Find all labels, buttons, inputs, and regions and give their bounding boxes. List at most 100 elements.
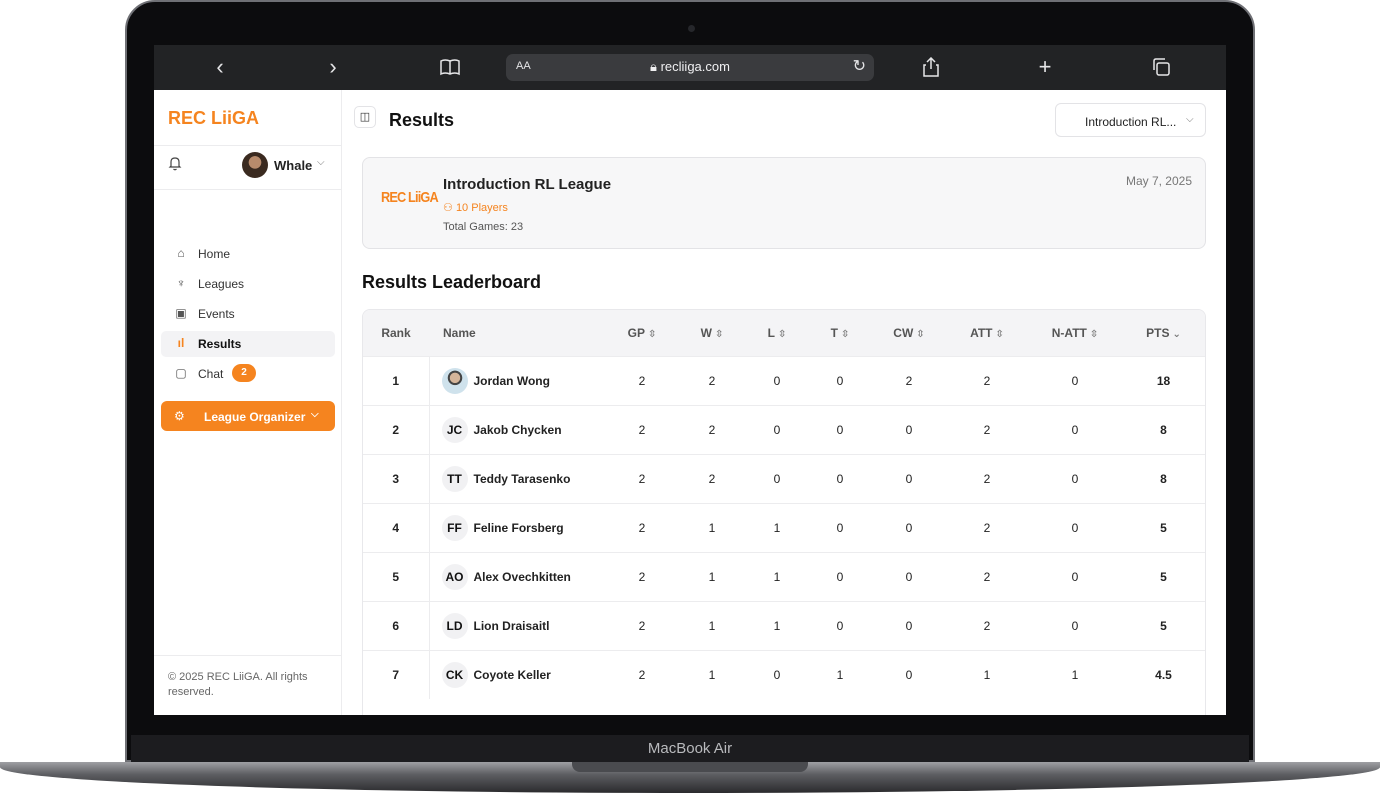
cell-cw: 0 xyxy=(905,520,913,535)
chat-icon: ▢ xyxy=(175,366,187,380)
cell-w: 1 xyxy=(708,569,716,584)
address-bar[interactable]: AA 🔒︎ recliiga.com ↻ xyxy=(506,54,874,81)
column-label: N-ATT xyxy=(1051,325,1087,340)
sort-icon: ⇳ xyxy=(1089,328,1099,340)
column-header-w[interactable]: W ⇳ xyxy=(677,310,747,356)
cell-rank: 2 xyxy=(363,405,430,454)
brand-logo[interactable]: REC LiiGA xyxy=(168,108,259,129)
column-header-pts[interactable]: PTS ⌄ xyxy=(1121,310,1205,356)
reload-icon[interactable]: ↻ xyxy=(853,56,866,76)
cell-rank: 1 xyxy=(363,356,430,405)
url-value: recliiga.com xyxy=(660,59,730,74)
cell-w: 2 xyxy=(708,471,716,486)
cell-name[interactable]: CK Coyote Keller xyxy=(429,650,607,699)
bell-icon[interactable] xyxy=(168,156,182,175)
league-select-value: Introduction RL... xyxy=(1085,115,1177,129)
chevron-down-icon: ⌵ xyxy=(311,409,319,420)
sidebar-item-results[interactable]: ıl Results xyxy=(161,331,335,357)
cell-name[interactable]: FF Feline Forsberg xyxy=(429,503,607,552)
league-date: May 7, 2025 xyxy=(1125,174,1192,188)
player-initials: CK xyxy=(441,661,468,688)
cell-cw: 0 xyxy=(905,422,913,437)
user-avatar[interactable] xyxy=(242,152,268,178)
cell-gp: 2 xyxy=(638,618,646,633)
share-icon[interactable] xyxy=(916,53,946,84)
league-organizer-button[interactable]: ⚙ League Organizer ⌵ xyxy=(161,401,335,431)
cell-att: 1 xyxy=(983,667,991,682)
cell-natt: 0 xyxy=(1071,422,1079,437)
column-header-gp[interactable]: GP ⇳ xyxy=(607,310,677,356)
cell-att: 2 xyxy=(983,618,991,633)
table-row[interactable]: 7 CK Coyote Keller 2 1 0 1 0 1 1 4.5 xyxy=(363,650,1205,699)
chevron-down-icon[interactable]: ⌵ xyxy=(317,157,325,168)
cell-w: 1 xyxy=(708,618,716,633)
cell-t: 0 xyxy=(836,618,844,633)
calendar-icon: ▣ xyxy=(175,306,187,320)
cell-t: 0 xyxy=(836,569,844,584)
cell-rank: 6 xyxy=(363,601,430,650)
league-card[interactable]: REC LiiGA Introduction RL League ⚇ 10 Pl… xyxy=(362,157,1206,249)
player-name: Feline Forsberg xyxy=(473,520,564,535)
table-row[interactable]: 5 AO Alex Ovechkitten 2 1 1 0 0 2 0 5 xyxy=(363,552,1205,601)
table-row[interactable]: 3 TT Teddy Tarasenko 2 2 0 0 0 2 0 8 xyxy=(363,454,1205,503)
tabs-overview-icon[interactable] xyxy=(1146,53,1176,83)
sort-icon: ⇳ xyxy=(777,328,787,340)
column-header-l[interactable]: L ⇳ xyxy=(747,310,807,356)
column-header-att[interactable]: ATT ⇳ xyxy=(945,310,1029,356)
player-name: Lion Draisaitl xyxy=(473,618,550,633)
cell-name[interactable]: Jordan Wong xyxy=(429,356,607,405)
column-header-natt[interactable]: N-ATT ⇳ xyxy=(1029,310,1121,356)
cell-l: 0 xyxy=(773,422,781,437)
sort-icon: ⇳ xyxy=(647,328,657,340)
table-row[interactable]: 6 LD Lion Draisaitl 2 1 1 0 0 2 0 5 xyxy=(363,601,1205,650)
sidebar-item-chat[interactable]: ▢ Chat 2 xyxy=(161,361,335,387)
new-tab-icon[interactable]: + xyxy=(1030,53,1060,81)
users-icon: ⚇ xyxy=(443,202,453,214)
table-row[interactable]: 1 Jordan Wong 2 2 0 0 2 2 0 18 xyxy=(363,356,1205,405)
table-row[interactable]: 2 JC Jakob Chycken 2 2 0 0 0 2 0 8 xyxy=(363,405,1205,454)
player-initials: AO xyxy=(441,563,468,590)
trophy-icon: ♆ xyxy=(176,276,186,290)
reader-book-icon[interactable] xyxy=(435,53,465,83)
sidebar-item-leagues[interactable]: ♆ Leagues xyxy=(161,271,335,297)
sidebar-item-events[interactable]: ▣ Events xyxy=(161,301,335,327)
cell-l: 0 xyxy=(773,373,781,388)
bar-chart-icon: ıl xyxy=(177,336,185,350)
column-label: W xyxy=(700,325,712,340)
user-name[interactable]: Whale xyxy=(274,158,312,173)
table-row[interactable]: 4 FF Feline Forsberg 2 1 1 0 0 2 0 5 xyxy=(363,503,1205,552)
cell-pts: 5 xyxy=(1160,569,1167,584)
gear-icon: ⚙ xyxy=(174,409,185,423)
sidebar-item-label: Leagues xyxy=(198,277,245,291)
cell-name[interactable]: AO Alex Ovechkitten xyxy=(429,552,607,601)
cell-att: 2 xyxy=(983,373,991,388)
cell-l: 1 xyxy=(773,618,781,633)
cell-gp: 2 xyxy=(638,569,646,584)
cell-natt: 0 xyxy=(1071,618,1079,633)
column-label: GP xyxy=(627,325,645,340)
back-icon[interactable]: ‹ xyxy=(205,53,235,81)
column-header-cw[interactable]: CW ⇳ xyxy=(873,310,945,356)
column-label: CW xyxy=(893,325,914,340)
sidebar-toggle-icon[interactable]: ◫ xyxy=(354,106,376,128)
cell-l: 1 xyxy=(773,569,781,584)
cell-name[interactable]: LD Lion Draisaitl xyxy=(429,601,607,650)
cell-pts: 8 xyxy=(1160,422,1167,437)
league-select[interactable]: Introduction RL... ⌵ xyxy=(1055,103,1206,137)
url-text: 🔒︎ recliiga.com xyxy=(506,59,874,75)
sidebar-item-home[interactable]: ⌂ Home xyxy=(161,241,335,267)
cell-gp: 2 xyxy=(638,422,646,437)
league-organizer-label: League Organizer xyxy=(204,410,306,424)
cell-gp: 2 xyxy=(638,520,646,535)
forward-icon[interactable]: › xyxy=(318,53,348,81)
column-label: T xyxy=(830,325,838,340)
cell-l: 0 xyxy=(773,471,781,486)
cell-t: 0 xyxy=(836,373,844,388)
cell-name[interactable]: TT Teddy Tarasenko xyxy=(429,454,607,503)
column-header-name: Name xyxy=(443,325,476,340)
cell-t: 0 xyxy=(836,520,844,535)
sidebar-item-label: Events xyxy=(198,307,235,321)
player-name: Jordan Wong xyxy=(473,373,550,388)
column-header-t[interactable]: T ⇳ xyxy=(807,310,873,356)
cell-name[interactable]: JC Jakob Chycken xyxy=(429,405,607,454)
